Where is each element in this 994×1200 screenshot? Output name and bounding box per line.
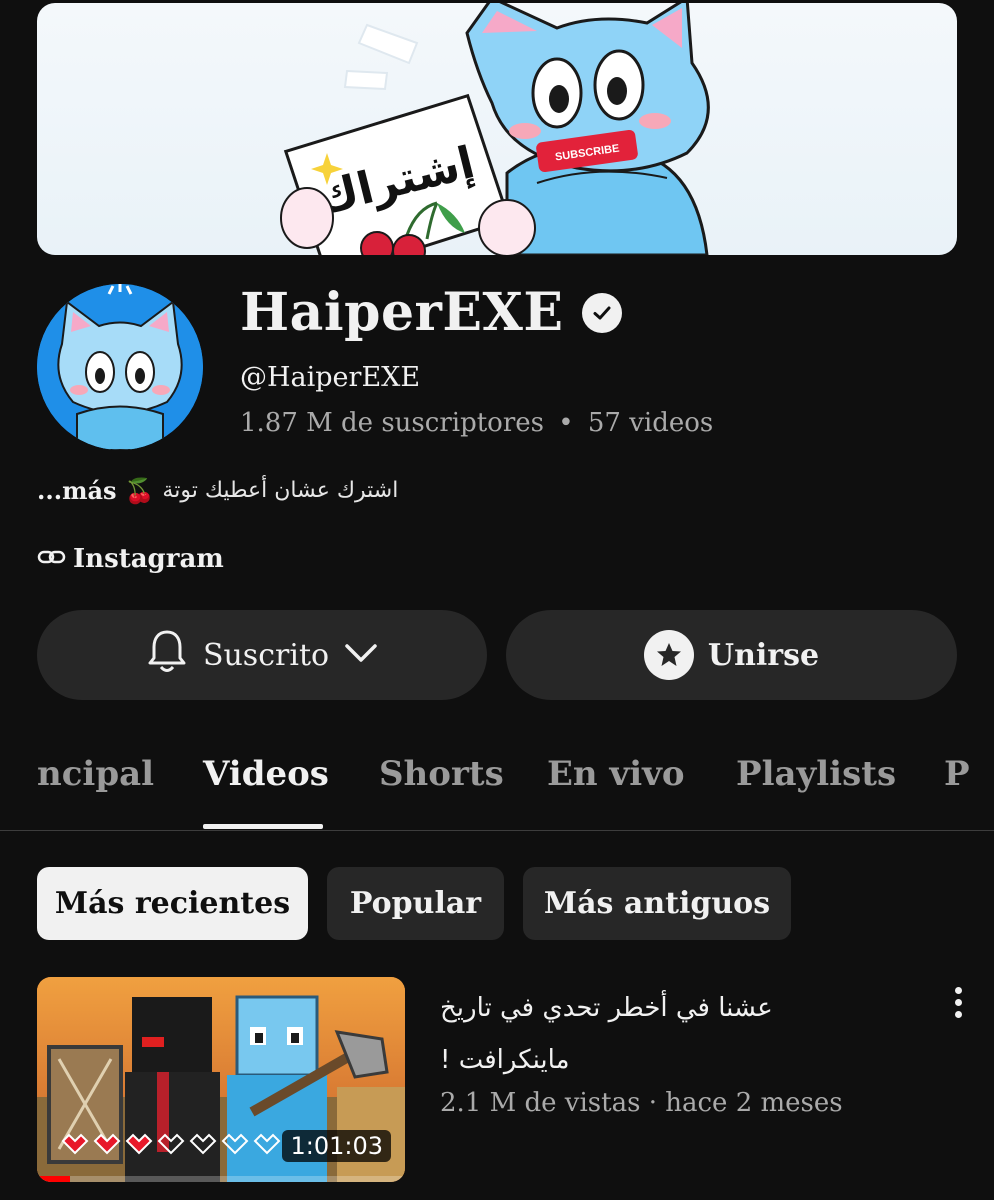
channel-name-text: HaiperEXE: [240, 282, 564, 343]
video-meta-separator: ·: [648, 1088, 657, 1118]
channel-stats: 1.87 M de suscriptores • 57 videos: [240, 408, 713, 438]
subscriber-count: 1.87 M de suscriptores: [240, 408, 544, 438]
star-icon: [643, 630, 694, 680]
video-views: 2.1 M de vistas: [440, 1088, 641, 1118]
video-title[interactable]: عشنا في أخطر تحدي في تاريخ ماينكرافت !: [440, 982, 860, 1086]
join-label: Unirse: [707, 637, 820, 673]
subscribed-label: Suscrito: [202, 637, 330, 673]
tab-shorts[interactable]: Shorts: [379, 754, 504, 794]
cat-avatar-art: [37, 284, 203, 450]
tab-live[interactable]: En vivo: [547, 754, 685, 794]
video-meta: 2.1 M de vistas · hace 2 meses: [440, 1088, 843, 1118]
banner-art: SUBSCRIBE إشتراك: [280, 3, 710, 255]
channel-handle: @HaiperEXE: [240, 362, 421, 393]
chevron-down-icon: [343, 638, 379, 673]
more-vert-icon[interactable]: [944, 982, 972, 1022]
link-icon: [37, 544, 67, 574]
tab-principal[interactable]: ncipal: [37, 754, 154, 794]
description-text: اشترك عشان أعطيك توتة: [162, 478, 399, 503]
video-age: hace 2 meses: [665, 1088, 843, 1118]
subscribed-button[interactable]: Suscrito: [37, 610, 487, 700]
link-label: Instagram: [73, 544, 224, 574]
verified-check-icon: [581, 292, 622, 333]
tab-videos[interactable]: Videos: [203, 754, 329, 794]
bell-icon: [145, 627, 189, 683]
cherry-emoji: 🍒: [124, 476, 155, 505]
video-count: 57 videos: [587, 408, 714, 438]
join-button[interactable]: Unirse: [506, 610, 957, 700]
channel-page: SUBSCRIBE إشتراك HaiperEXE @HaiperEXE 1.…: [0, 0, 994, 1200]
active-tab-indicator: [203, 824, 323, 829]
stats-separator: •: [558, 408, 574, 438]
video-duration: 1:01:03: [282, 1130, 391, 1162]
filter-chip-popular[interactable]: Popular: [327, 867, 504, 940]
more-link[interactable]: ...más: [37, 476, 117, 505]
watch-progress-bar: [37, 1176, 405, 1182]
tab-posts[interactable]: P: [944, 754, 970, 794]
channel-description[interactable]: ...más 🍒 اشترك عشان أعطيك توتة: [37, 476, 398, 505]
instagram-link[interactable]: Instagram: [37, 544, 224, 574]
filter-chip-recent[interactable]: Más recientes: [37, 867, 308, 940]
watch-progress-fill: [37, 1176, 71, 1182]
channel-avatar[interactable]: [37, 284, 203, 450]
channel-banner: SUBSCRIBE إشتراك: [37, 3, 957, 255]
channel-title: HaiperEXE: [240, 282, 622, 343]
channel-tabs: ncipal Videos Shorts En vivo Playlists P: [0, 740, 994, 831]
video-thumbnail[interactable]: 1:01:03: [37, 977, 405, 1182]
tab-playlists[interactable]: Playlists: [736, 754, 896, 794]
filter-chip-oldest[interactable]: Más antiguos: [523, 867, 791, 940]
